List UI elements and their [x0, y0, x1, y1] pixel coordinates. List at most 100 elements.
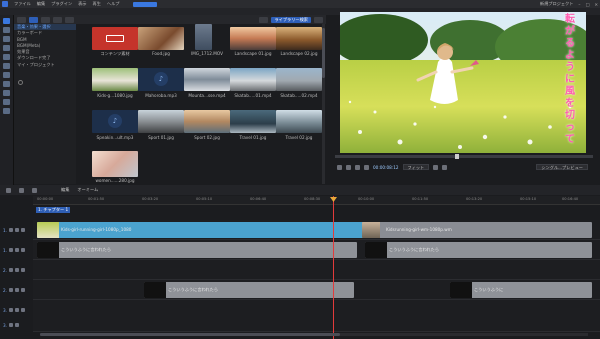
sort-icon[interactable] [53, 16, 62, 23]
media-thumbnail[interactable] [184, 110, 230, 133]
zoom-label[interactable]: オーミーム [77, 187, 98, 193]
menu-plugins[interactable]: プラグイン [51, 1, 72, 7]
media-thumbnail[interactable] [276, 110, 322, 133]
track-row[interactable] [33, 318, 600, 332]
settings-icon[interactable] [18, 80, 23, 85]
maximize-icon[interactable]: □ [586, 2, 590, 7]
search-icon[interactable] [314, 16, 323, 23]
preview-quality-dropdown[interactable]: シングル...プレビュー [536, 164, 588, 170]
snapshot-icon[interactable] [433, 164, 439, 170]
media-label: Kids-g...1080.jpg [97, 93, 133, 98]
voiceover-icon[interactable] [3, 90, 10, 96]
plugin-icon[interactable] [65, 16, 74, 23]
visibility-icon[interactable] [15, 323, 19, 327]
title-clip[interactable]: こういうふうに [450, 282, 592, 298]
list-view-icon[interactable] [259, 16, 269, 23]
media-thumbnail[interactable] [230, 68, 276, 91]
clip-label: Kids-girl-running-girl-1080p_1080 [61, 227, 132, 232]
upgrade-button[interactable] [133, 1, 158, 7]
track-row[interactable] [33, 300, 600, 320]
track-number: 1. [3, 227, 7, 233]
chapter-icon[interactable] [3, 99, 10, 105]
timeline-ruler[interactable]: 00:00:00 00:01:50 00:03:20 00:05:10 00:0… [33, 196, 600, 205]
visibility-icon[interactable] [15, 308, 19, 312]
media-thumbnail[interactable] [92, 68, 138, 91]
media-thumbnail[interactable] [195, 24, 212, 50]
filter-icon[interactable] [41, 16, 50, 23]
playhead-line[interactable] [333, 196, 334, 339]
lock-icon[interactable] [21, 288, 25, 292]
media-label: Travel 01.jpg [239, 135, 267, 140]
video-clip[interactable]: Kids-girl-running-girl-1080p_1080 [37, 222, 364, 238]
music-note-icon: ♪ [108, 114, 122, 128]
title-clip[interactable]: こういうふうに言われたら [144, 282, 354, 298]
stop-icon[interactable] [346, 164, 351, 170]
play-icon[interactable] [337, 164, 342, 170]
ruler-tick: 00:16:40 [562, 197, 579, 201]
media-thumbnail[interactable] [230, 110, 276, 133]
media-thumbnail[interactable] [276, 68, 322, 91]
lock-icon[interactable] [21, 308, 25, 312]
lock-icon[interactable] [21, 268, 25, 272]
close-icon[interactable]: ✕ [594, 2, 598, 7]
timeline-view-icon[interactable] [6, 187, 11, 193]
transition-room-icon[interactable] [3, 45, 10, 51]
visibility-icon[interactable] [15, 228, 19, 232]
grid-view-icon[interactable] [29, 16, 38, 23]
ruler-tick: 00:11:50 [412, 197, 429, 201]
subtitle-icon[interactable] [3, 108, 10, 114]
menu-view[interactable]: 表示 [78, 1, 86, 7]
track-row[interactable]: こういうふうに言われたら こういうふうに [33, 280, 600, 300]
media-thumbnail[interactable]: ♪ [92, 110, 138, 133]
clock-icon[interactable] [32, 187, 37, 193]
menu-playback[interactable]: 再生 [93, 1, 101, 7]
library-scrollbar[interactable] [322, 24, 325, 184]
audio-mixing-icon[interactable] [3, 81, 10, 87]
menu-file[interactable]: ファイル [14, 1, 31, 7]
media-thumbnail[interactable] [276, 27, 322, 50]
undock-icon[interactable] [442, 164, 448, 170]
menu-edit[interactable]: 編集 [37, 1, 45, 7]
visibility-icon[interactable] [15, 248, 19, 252]
title-room-icon[interactable] [3, 36, 10, 42]
title-clip[interactable]: こういうふうに言われたら [365, 242, 592, 258]
edit-label[interactable]: 編集 [61, 187, 69, 193]
media-thumbnail[interactable] [184, 68, 230, 91]
lock-icon[interactable] [21, 228, 25, 232]
chapter-marker[interactable]: 1. チャプター 1 [36, 207, 71, 213]
preview-seek-slider[interactable] [335, 154, 593, 159]
fx-room-icon[interactable] [3, 27, 10, 33]
track-row[interactable] [33, 260, 600, 280]
media-thumbnail[interactable] [230, 27, 276, 50]
effect-room-icon[interactable] [3, 54, 10, 60]
media-thumbnail[interactable] [92, 27, 138, 50]
library-search-tab[interactable]: ライブラリー検索 [271, 16, 311, 23]
timeline-scrollbar[interactable] [40, 333, 588, 336]
preview-frame [340, 12, 586, 153]
category-item[interactable]: マイ・プロジェクト [14, 62, 76, 68]
title-track-icon [9, 288, 13, 292]
media-thumbnail[interactable] [92, 151, 138, 177]
title-clip[interactable]: こういうふうに言われたら [37, 242, 357, 258]
minimize-icon[interactable]: – [578, 2, 580, 7]
particle-room-icon[interactable] [3, 72, 10, 78]
pip-room-icon[interactable] [3, 63, 10, 69]
prev-frame-icon[interactable] [355, 164, 360, 170]
media-thumbnail[interactable]: ♪ [138, 68, 184, 91]
track-row[interactable]: Kids-girl-running-girl-1080p_1080 Kidsru… [33, 220, 600, 240]
menu-help[interactable]: ヘルプ [107, 1, 120, 7]
media-room-icon[interactable] [3, 18, 10, 24]
lock-icon[interactable] [21, 248, 25, 252]
next-frame-icon[interactable] [364, 164, 369, 170]
visibility-icon[interactable] [15, 268, 19, 272]
crop-icon[interactable] [19, 187, 24, 193]
media-thumbnail[interactable] [138, 110, 184, 133]
track-header: 2. [0, 280, 33, 300]
import-icon[interactable] [17, 16, 26, 23]
fit-dropdown[interactable]: フィット [402, 164, 430, 170]
video-clip[interactable]: Kidsrunning-girl-wm-1080p.wm [362, 222, 592, 238]
clip-label: こういうふうに言われたら [389, 247, 440, 252]
media-thumbnail[interactable] [138, 27, 184, 50]
visibility-icon[interactable] [15, 288, 19, 292]
track-row[interactable]: こういうふうに言われたら こういうふうに言われたら [33, 240, 600, 260]
